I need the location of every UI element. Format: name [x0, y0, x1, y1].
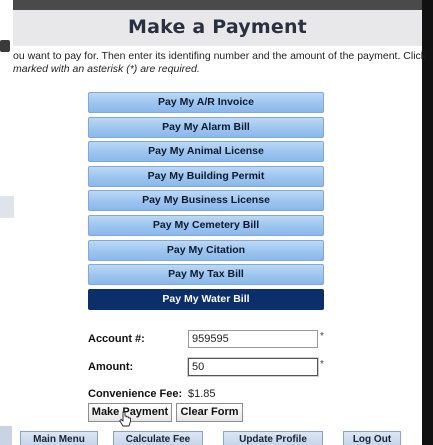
- left-edge: [0, 0, 14, 445]
- pay-business-license-button[interactable]: Pay My Business License: [88, 190, 324, 212]
- header-top-strip: [13, 0, 422, 10]
- account-label: Account #:: [88, 333, 145, 345]
- required-marker: *: [320, 331, 324, 342]
- pay-building-permit-button[interactable]: Pay My Building Permit: [88, 165, 324, 187]
- amount-label: Amount:: [88, 361, 134, 373]
- pay-cemetery-bill-button[interactable]: Pay My Cemetery Bill: [88, 214, 324, 236]
- payment-type-list: Pay My A/R Invoice Pay My Alarm Bill Pay…: [88, 92, 324, 313]
- required-marker: *: [320, 359, 324, 370]
- clear-form-button[interactable]: Clear Form: [176, 403, 243, 422]
- calculate-fee-button[interactable]: Calculate Fee: [113, 431, 203, 445]
- page-header: Make a Payment: [13, 0, 422, 46]
- hand-cursor-icon: [119, 411, 131, 427]
- log-out-button[interactable]: Log Out: [343, 431, 401, 445]
- pay-tax-bill-button[interactable]: Pay My Tax Bill: [88, 264, 324, 286]
- amount-input[interactable]: [188, 358, 318, 376]
- fee-value: $1.85: [188, 388, 216, 400]
- main-menu-button[interactable]: Main Menu: [20, 431, 98, 445]
- pay-alarm-bill-button[interactable]: Pay My Alarm Bill: [88, 116, 324, 138]
- page-title: Make a Payment: [128, 16, 307, 38]
- instructions: ou want to pay for. Then enter its ident…: [13, 50, 425, 76]
- instructions-line-1: ou want to pay for. Then enter its ident…: [13, 50, 425, 62]
- pay-ar-invoice-button[interactable]: Pay My A/R Invoice: [88, 92, 324, 113]
- account-number-input[interactable]: [188, 330, 318, 348]
- pay-water-bill-button[interactable]: Pay My Water Bill: [88, 288, 324, 310]
- pay-citation-button[interactable]: Pay My Citation: [88, 239, 324, 261]
- edge-artifact: [0, 426, 12, 445]
- edge-artifact: [0, 196, 14, 218]
- pay-animal-license-button[interactable]: Pay My Animal License: [88, 141, 324, 163]
- update-profile-button[interactable]: Update Profile: [223, 431, 323, 445]
- instructions-line-2: marked with an asterisk (*) are required…: [13, 63, 200, 75]
- edge-artifact: [0, 40, 10, 52]
- fee-label: Convenience Fee:: [88, 388, 183, 400]
